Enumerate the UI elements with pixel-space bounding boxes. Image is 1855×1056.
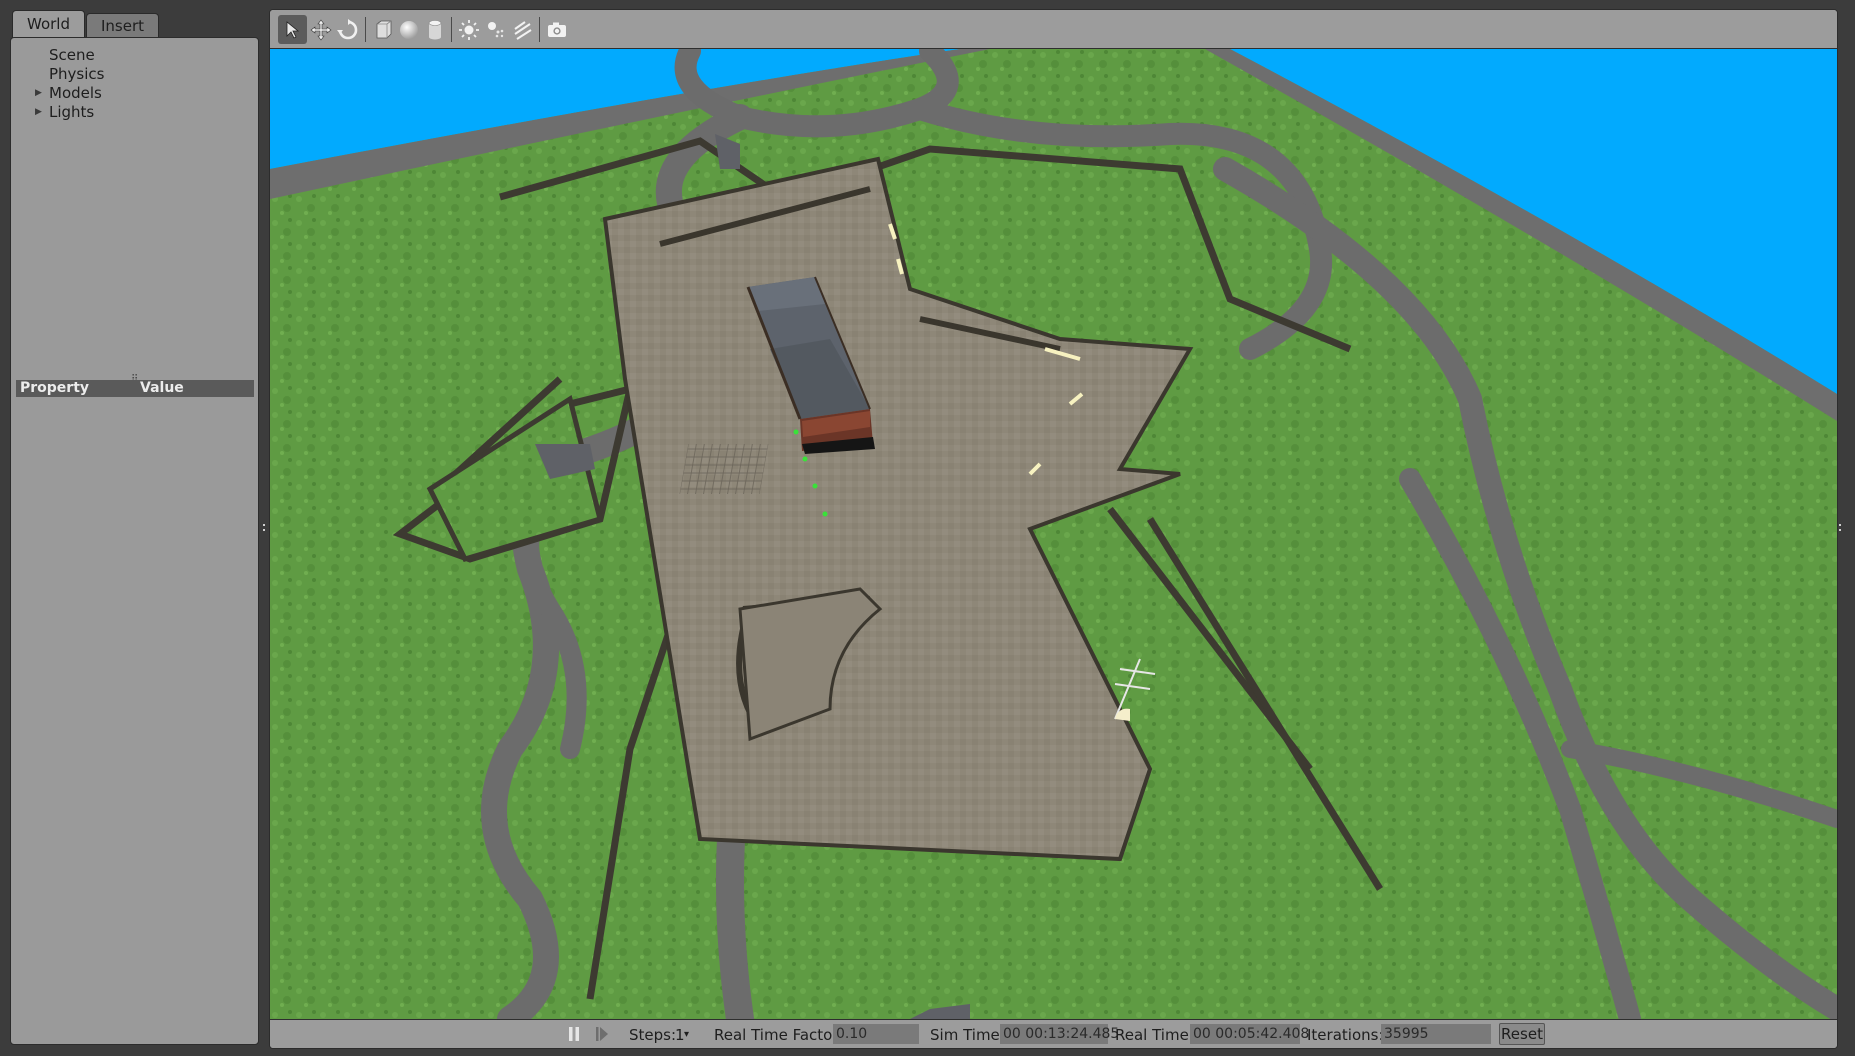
left-panel-resize-handle[interactable] (262, 524, 266, 532)
screenshot-camera-icon (547, 22, 566, 37)
toolbar (270, 10, 1837, 49)
cylinder-icon (428, 19, 441, 39)
toolbar-separator (365, 17, 366, 42)
world-panel: Scene Physics ▶Models ▶Lights ⠿ Property… (10, 37, 259, 1045)
tab-world[interactable]: World (12, 10, 85, 39)
real-time-factor-label: Real Time Factor: (714, 1026, 844, 1044)
spot-light-button[interactable] (481, 15, 510, 44)
sim-time-label: Sim Time: (930, 1026, 1005, 1044)
left-panel-tabs: World Insert (12, 10, 160, 39)
rotate-icon (336, 18, 357, 39)
reset-button[interactable]: Reset (1499, 1023, 1545, 1045)
real-time-field: 00 00:05:42.408 (1190, 1024, 1309, 1044)
world-tree: Scene Physics ▶ Models ▶ Lights (23, 46, 104, 122)
main-area: Steps: 1 ▾ Real Time Factor: 0.10 Sim Ti… (269, 9, 1838, 1049)
scene-render (270, 40, 1837, 1033)
select-arrow-icon (286, 20, 299, 39)
tree-item-label: Physics (49, 65, 105, 83)
translate-tool-button[interactable] (306, 15, 335, 44)
step-forward-icon[interactable] (594, 1026, 610, 1042)
tree-item-lights[interactable]: ▶ Lights (23, 103, 104, 122)
sphere-shape-button[interactable] (394, 15, 423, 44)
box-shape-button[interactable] (368, 15, 397, 44)
tree-item-label: Scene (49, 46, 95, 64)
tree-item-models[interactable]: ▶ Models (23, 84, 104, 103)
tree-item-label: Models (49, 84, 102, 102)
iterations-field: 35995 (1381, 1024, 1491, 1044)
left-panel: World Insert Scene Physics ▶ Models ▶ Ligh… (0, 0, 265, 1056)
sim-time-field: 00 00:13:24.485 (1000, 1024, 1119, 1044)
statusbar: Steps: 1 ▾ Real Time Factor: 0.10 Sim Ti… (270, 1019, 1837, 1048)
directional-light-button[interactable] (508, 15, 537, 44)
real-time-label: Real Time: (1115, 1026, 1194, 1044)
right-panel-resize-handle[interactable] (1838, 524, 1842, 532)
iterations-label: Iterations: (1307, 1026, 1384, 1044)
expand-arrow-icon[interactable]: ▶ (35, 84, 42, 103)
value-column-header[interactable]: Value (140, 380, 184, 397)
toolbar-separator (539, 17, 540, 42)
toolbar-separator (451, 17, 452, 42)
spot-light-icon (487, 21, 503, 37)
steps-spin-icon[interactable]: ▾ (684, 1029, 689, 1040)
grid-pad (679, 444, 769, 494)
sphere-icon (399, 20, 418, 39)
select-tool-button[interactable] (278, 15, 307, 44)
tab-insert[interactable]: Insert (86, 13, 160, 39)
tree-item-label: Lights (49, 103, 95, 121)
steps-label: Steps: (629, 1026, 677, 1044)
property-column-header[interactable]: Property (20, 380, 89, 397)
point-light-icon (458, 19, 479, 40)
tree-item-physics[interactable]: Physics (23, 65, 104, 84)
point-light-button[interactable] (454, 15, 483, 44)
box-icon (376, 20, 391, 38)
property-table-header: Property Value (16, 380, 254, 397)
rotate-tool-button[interactable] (333, 15, 362, 44)
expand-arrow-icon[interactable]: ▶ (35, 103, 42, 122)
cylinder-shape-button[interactable] (420, 15, 449, 44)
tree-item-scene[interactable]: Scene (23, 46, 104, 65)
real-time-factor-field: 0.10 (833, 1024, 919, 1044)
screenshot-button[interactable] (542, 15, 571, 44)
pause-icon[interactable] (566, 1026, 582, 1042)
3d-viewport[interactable] (270, 40, 1837, 1033)
directional-light-icon (513, 20, 532, 40)
translate-icon (310, 19, 331, 40)
